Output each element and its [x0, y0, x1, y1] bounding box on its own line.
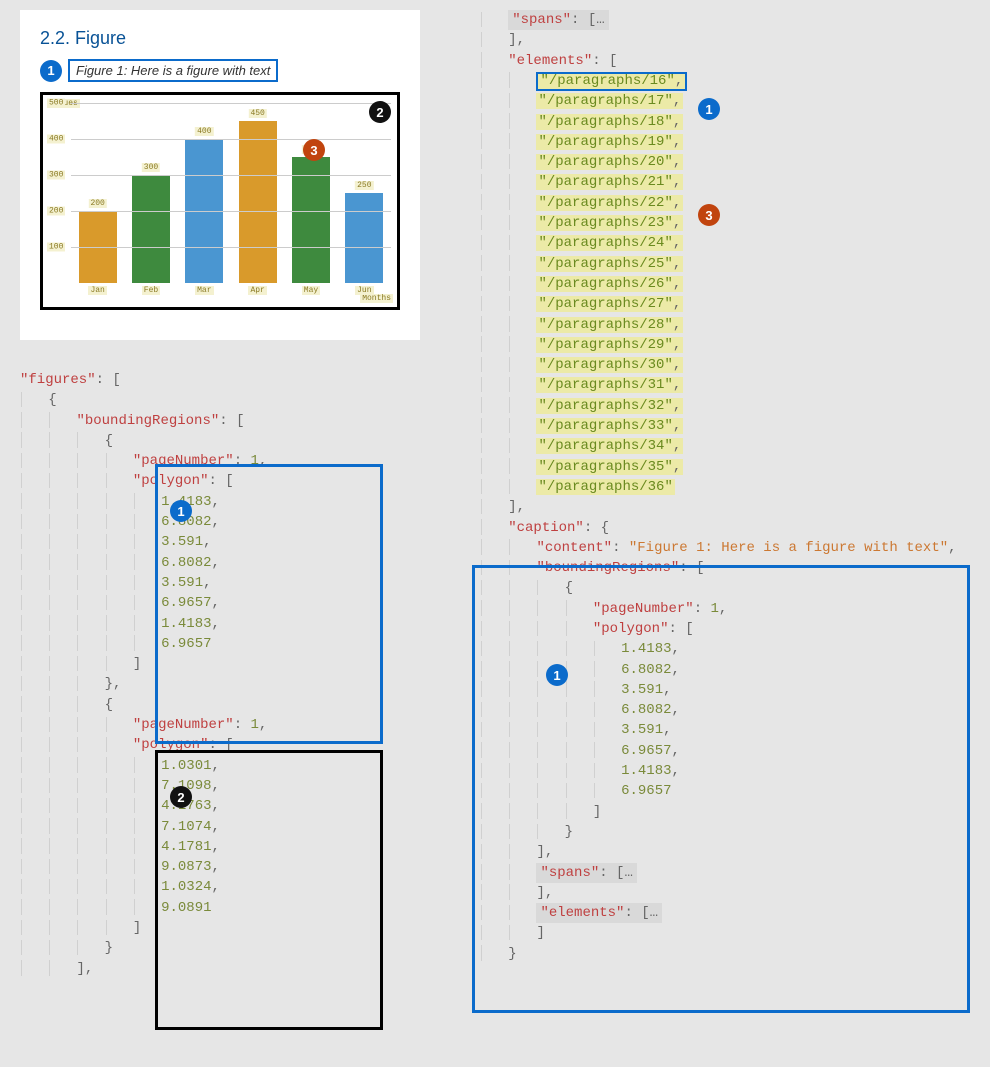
- badge-1-elements-first: 1: [698, 98, 720, 120]
- left-pane: 2.2. Figure 1 Figure 1: Here is a figure…: [20, 10, 450, 1057]
- badge-2-region2: 2: [170, 786, 192, 808]
- chart-x-title: Months: [360, 294, 393, 303]
- figure-heading: 2.2. Figure: [40, 28, 400, 49]
- right-pane: "spans": [… ], "elements": [ "/paragraph…: [480, 10, 970, 1057]
- badge-3-chart: 3: [303, 139, 325, 161]
- badge-2-chart: 2: [369, 101, 391, 123]
- badge-3-elements: 3: [698, 204, 720, 226]
- figure-caption: Figure 1: Here is a figure with text: [68, 59, 278, 82]
- figure-preview-card: 2.2. Figure 1 Figure 1: Here is a figure…: [20, 10, 420, 340]
- chart-plot-area: 200Jan300Feb400Mar450Apr350May250Jun 100…: [71, 103, 401, 283]
- badge-1-caption-region: 1: [546, 664, 568, 686]
- badge-1-caption: 1: [40, 60, 62, 82]
- caption-row: 1 Figure 1: Here is a figure with text: [40, 59, 400, 82]
- badge-1-region1: 1: [170, 500, 192, 522]
- chart-container: 2 3 Values Months 200Jan300Feb400Mar450A…: [40, 92, 400, 310]
- json-right-block: "spans": [… ], "elements": [ "/paragraph…: [480, 10, 970, 964]
- json-left-block: "figures": [ { "boundingRegions": [ { "p…: [20, 370, 450, 979]
